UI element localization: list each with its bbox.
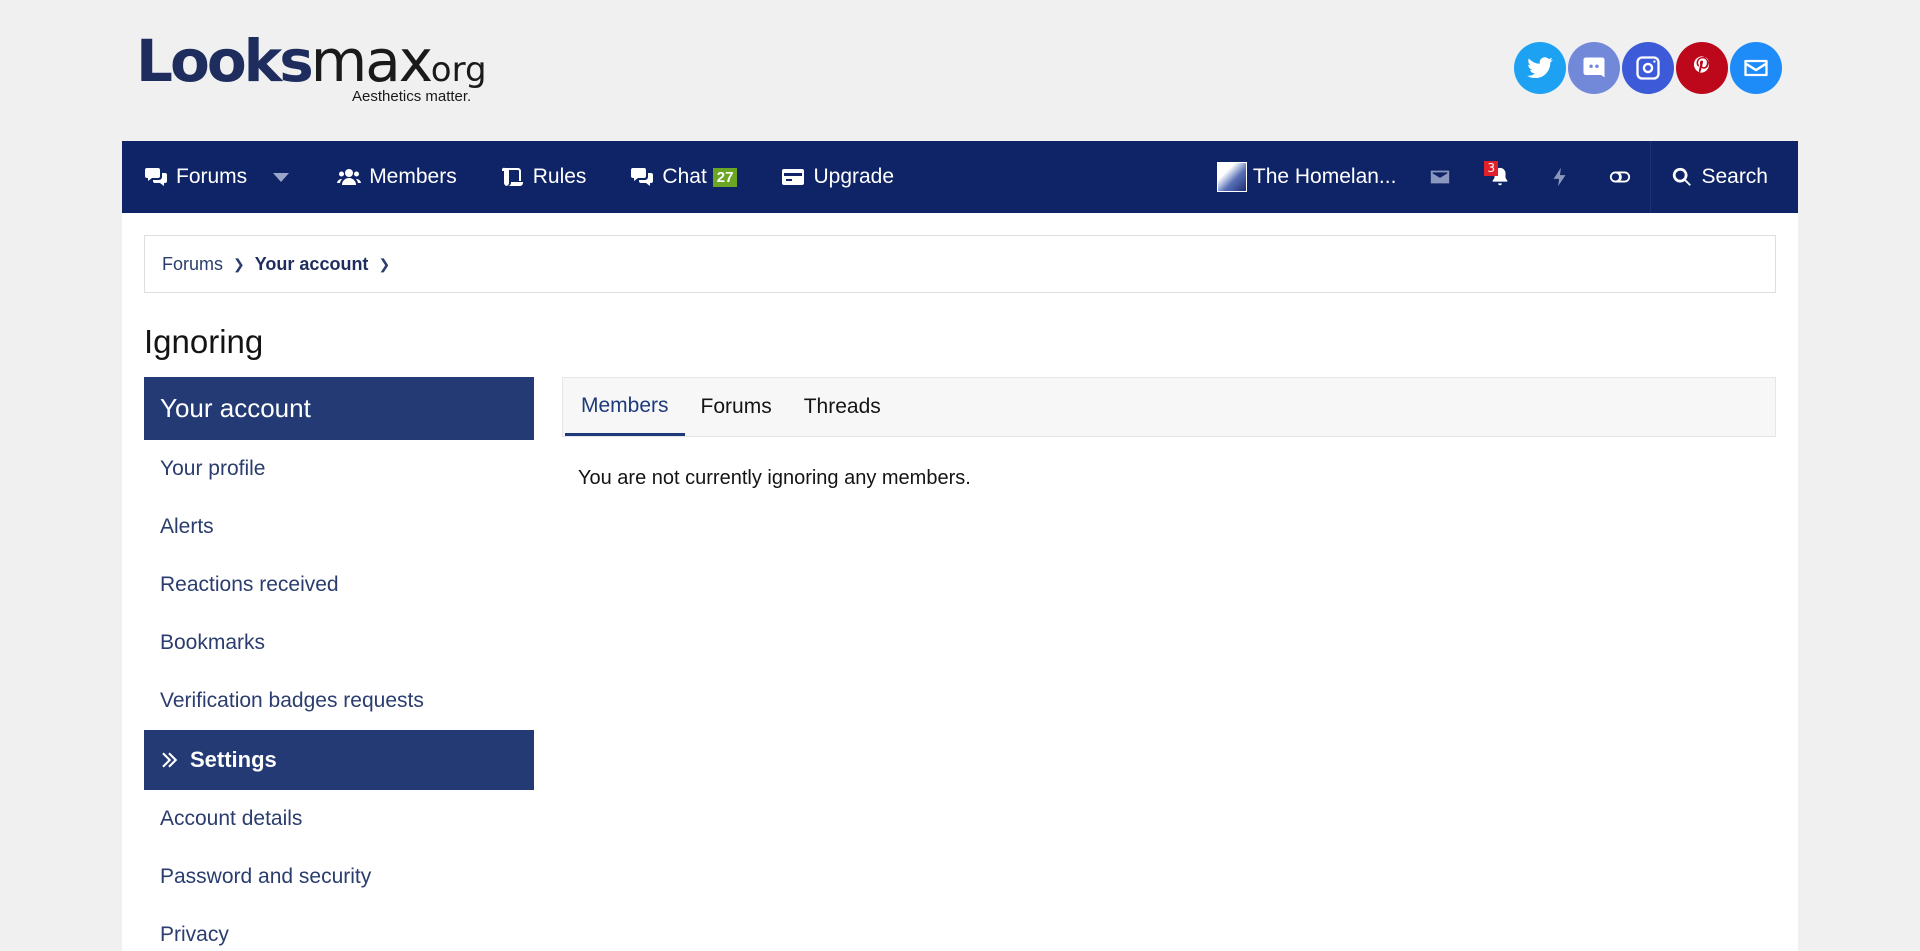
search-icon [1673,167,1692,186]
sidebar-item-bookmarks[interactable]: Bookmarks [144,614,534,672]
nav-members[interactable]: Members [315,141,479,213]
tab-forums[interactable]: Forums [685,378,788,436]
sidebar-item-alerts[interactable]: Alerts [144,498,534,556]
main-nav: Forums Members Rules Chat 27 Upgrade The… [122,141,1798,213]
nav-upgrade[interactable]: Upgrade [759,141,916,213]
tab-members[interactable]: Members [565,378,685,436]
nav-forums[interactable]: Forums [122,141,315,213]
logo-tagline: Aesthetics matter. [352,88,472,105]
comments-icon [631,168,654,186]
breadcrumb-forums[interactable]: Forums [162,254,223,275]
ignoring-tabs: Members Forums Threads [562,377,1776,437]
bolt-icon [1554,167,1566,187]
sidebar-item-your-profile[interactable]: Your profile [144,440,534,498]
sidebar-item-verification-badges[interactable]: Verification badges requests [144,672,534,730]
chat-count-badge: 27 [712,167,738,187]
sidebar-item-privacy[interactable]: Privacy [144,906,534,951]
account-sidebar: Your account Your profile Alerts Reactio… [144,377,534,951]
envelope-icon [1431,170,1450,184]
scroll-icon [501,167,523,186]
inbox-button[interactable] [1410,141,1470,213]
social-links [1514,42,1782,94]
page-title: Ignoring [144,323,264,360]
chevron-right-icon: ❯ [233,255,245,272]
chevron-down-icon[interactable] [269,165,293,189]
double-chevron-right-icon [162,752,178,768]
twitter-icon[interactable] [1514,42,1566,94]
alerts-button[interactable]: 3 [1470,141,1530,213]
user-menu[interactable]: The Homelan... [1195,141,1411,213]
empty-state-message: You are not currently ignoring any membe… [578,467,971,489]
whats-new-button[interactable] [1530,141,1590,213]
comments-icon [145,168,167,186]
page-body: Forums ❯ Your account ❯ Ignoring Your ac… [122,213,1798,951]
search-button[interactable]: Search [1650,141,1798,213]
style-toggle-button[interactable] [1590,141,1650,213]
logo-org: .org [420,50,487,90]
sidebar-header-settings: Settings [144,730,534,790]
chevron-right-icon: ❯ [378,255,391,272]
alerts-count-badge: 3 [1484,161,1499,176]
tab-threads[interactable]: Threads [788,378,897,436]
sidebar-item-account-details[interactable]: Account details [144,790,534,848]
breadcrumb: Forums ❯ Your account ❯ [144,235,1776,293]
nav-rules[interactable]: Rules [479,141,609,213]
breadcrumb-your-account[interactable]: Your account [255,254,369,275]
pinterest-icon[interactable] [1676,42,1728,94]
sidebar-item-reactions-received[interactable]: Reactions received [144,556,534,614]
site-header: Looksmax .org Aesthetics matter. [122,0,1796,140]
discord-icon[interactable] [1568,42,1620,94]
toggle-icon [1610,171,1631,183]
email-icon[interactable] [1730,42,1782,94]
credit-card-icon [782,169,805,185]
ignoring-content: Members Forums Threads You are not curre… [562,377,1776,520]
instagram-icon[interactable] [1622,42,1674,94]
nav-chat[interactable]: Chat 27 [608,141,759,213]
site-logo[interactable]: Looksmax .org Aesthetics matter. [136,28,496,108]
sidebar-item-password-security[interactable]: Password and security [144,848,534,906]
users-icon [337,169,362,185]
sidebar-header-your-account: Your account [144,377,534,440]
avatar [1216,162,1247,192]
